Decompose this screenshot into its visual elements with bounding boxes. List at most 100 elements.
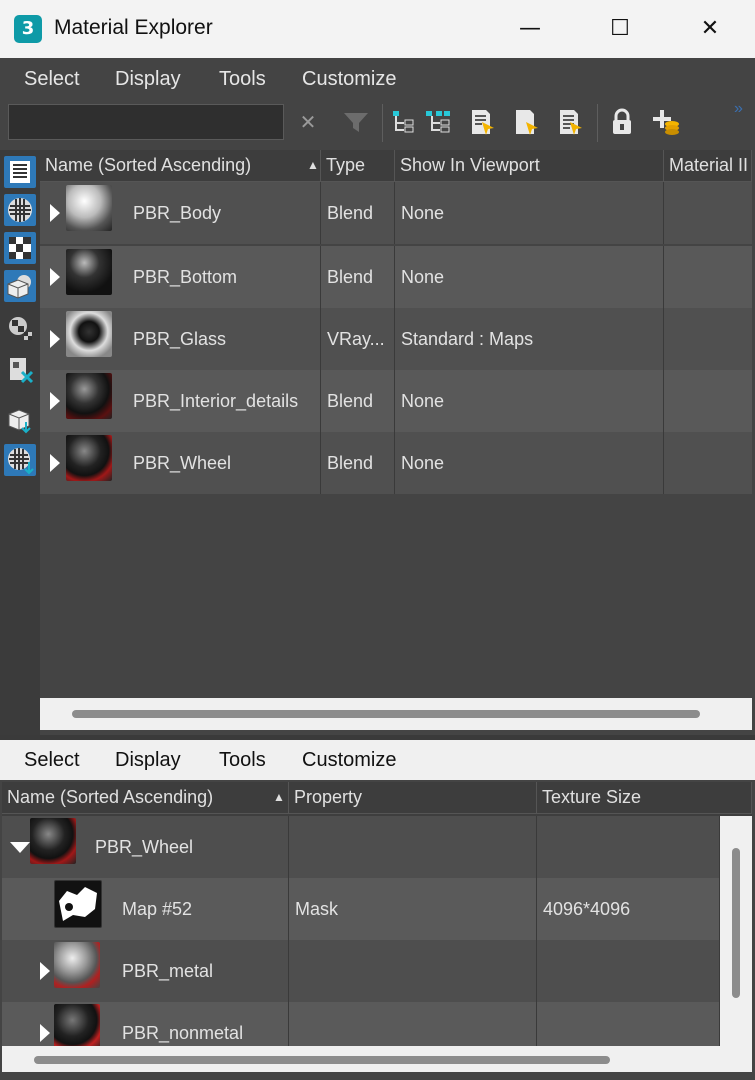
display-tool-strip <box>0 150 40 735</box>
app-icon: 3 <box>14 15 42 43</box>
map-name: Map #52 <box>116 878 289 940</box>
minimize-button[interactable]: — <box>500 8 560 50</box>
select-object-icon[interactable] <box>512 108 540 136</box>
select-dependents-icon[interactable] <box>424 108 452 136</box>
map-thumbnail <box>54 880 102 928</box>
material-type: VRay... <box>321 308 395 370</box>
column-header-material-id[interactable]: Material II <box>664 150 752 182</box>
table-row[interactable]: PBR_Glass VRay... Standard : Maps <box>40 308 752 370</box>
column-header-label: Name (Sorted Ascending) <box>7 787 214 807</box>
material-table: Name (Sorted Ascending) ▲ Type Show In V… <box>40 150 752 735</box>
material-thumbnail <box>66 435 112 481</box>
select-children-icon[interactable] <box>390 108 418 136</box>
texture-size-value <box>537 816 720 878</box>
scrollbar-thumb[interactable] <box>34 1056 610 1064</box>
menu-select[interactable]: Select <box>24 68 80 91</box>
display-checker-icon[interactable] <box>4 232 36 264</box>
menu-tools[interactable]: Tools <box>219 68 266 91</box>
lower-menu-bar: Select Display Tools Customize <box>0 740 755 780</box>
window-title: Material Explorer <box>54 16 213 39</box>
display-checker-small-icon[interactable] <box>4 312 36 344</box>
display-maps-icon[interactable] <box>4 194 36 226</box>
expand-arrow-icon[interactable] <box>50 204 60 222</box>
material-type: Blend <box>321 182 395 244</box>
horizontal-scrollbar[interactable] <box>2 1046 752 1072</box>
material-name: PBR_Interior_details <box>127 370 321 432</box>
menu-display[interactable]: Display <box>115 68 181 91</box>
property-value <box>289 816 537 878</box>
top-menu-bar: Select Display Tools Customize <box>0 58 755 100</box>
table-row[interactable]: PBR_metal <box>2 940 720 1002</box>
menu-customize[interactable]: Customize <box>302 749 396 772</box>
select-material-icon[interactable] <box>468 108 496 136</box>
show-in-viewport-value[interactable]: None <box>395 182 664 244</box>
search-input[interactable] <box>8 104 284 140</box>
expand-arrow-icon[interactable] <box>40 1024 50 1042</box>
toolbar-separator <box>382 104 383 142</box>
horizontal-scrollbar[interactable] <box>40 698 752 730</box>
column-header-name[interactable]: Name (Sorted Ascending) ▲ <box>2 782 289 814</box>
texture-size-value <box>537 940 720 1002</box>
column-header-type[interactable]: Type <box>321 150 395 182</box>
material-type: Blend <box>321 370 395 432</box>
filter-icon[interactable] <box>342 108 370 136</box>
material-thumbnail <box>66 311 112 357</box>
display-unused-icon[interactable] <box>4 354 36 386</box>
material-thumbnail <box>66 185 112 231</box>
add-layer-icon[interactable] <box>652 108 680 136</box>
sort-ascending-icon: ▲ <box>273 790 285 804</box>
scrollbar-thumb[interactable] <box>732 848 740 998</box>
expand-arrow-icon[interactable] <box>40 962 50 980</box>
display-mesh-icon[interactable] <box>4 404 36 436</box>
menu-customize[interactable]: Customize <box>302 68 396 91</box>
property-value <box>289 940 537 1002</box>
show-in-viewport-value[interactable]: None <box>395 432 664 494</box>
material-type: Blend <box>321 246 395 308</box>
collapse-arrow-icon[interactable] <box>10 842 30 853</box>
show-in-viewport-value[interactable]: None <box>395 246 664 308</box>
clear-search-icon[interactable]: ✕ <box>294 108 322 136</box>
lock-icon[interactable] <box>608 108 636 136</box>
table-row[interactable]: Map #52 Mask 4096*4096 <box>2 878 720 940</box>
table-row[interactable]: PBR_Body Blend None <box>40 182 752 244</box>
column-header-label: Name (Sorted Ascending) <box>45 155 252 175</box>
show-in-viewport-value[interactable]: Standard : Maps <box>395 308 664 370</box>
material-type: Blend <box>321 432 395 494</box>
table-row[interactable]: PBR_Bottom Blend None <box>40 246 752 308</box>
sort-ascending-icon: ▲ <box>307 158 319 172</box>
vertical-scrollbar[interactable] <box>720 816 752 1046</box>
material-thumbnail <box>54 1004 100 1050</box>
display-materials-icon[interactable] <box>4 156 36 188</box>
material-name: PBR_Body <box>127 182 321 244</box>
property-value: Mask <box>289 878 537 940</box>
material-name: PBR_Bottom <box>127 246 321 308</box>
menu-tools[interactable]: Tools <box>219 749 266 772</box>
toolbar-separator <box>597 104 598 142</box>
column-header-property[interactable]: Property <box>289 782 537 814</box>
column-header-show-in-viewport[interactable]: Show In Viewport <box>395 150 664 182</box>
material-name: PBR_metal <box>116 940 289 1002</box>
column-header-texture-size[interactable]: Texture Size <box>537 782 752 814</box>
material-thumbnail <box>66 373 112 419</box>
display-objects-icon[interactable] <box>4 270 36 302</box>
expand-arrow-icon[interactable] <box>50 330 60 348</box>
table-row[interactable]: PBR_Wheel <box>2 816 720 878</box>
maximize-button[interactable]: ☐ <box>590 8 650 50</box>
show-in-viewport-value[interactable]: None <box>395 370 664 432</box>
material-name: PBR_Wheel <box>127 432 321 494</box>
close-button[interactable]: ✕ <box>680 8 740 50</box>
table-row[interactable]: PBR_Interior_details Blend None <box>40 370 752 432</box>
expand-arrow-icon[interactable] <box>50 392 60 410</box>
select-scene-icon[interactable] <box>556 108 584 136</box>
menu-select[interactable]: Select <box>24 749 80 772</box>
display-sphere-icon[interactable] <box>4 444 36 476</box>
expand-arrow-icon[interactable] <box>50 268 60 286</box>
table-row[interactable]: PBR_Wheel Blend None <box>40 432 752 494</box>
menu-display[interactable]: Display <box>115 749 181 772</box>
toolbar-overflow-icon[interactable]: » <box>734 100 743 118</box>
sub-material-table: Name (Sorted Ascending) ▲ Property Textu… <box>2 782 752 1072</box>
expand-arrow-icon[interactable] <box>50 454 60 472</box>
column-header-name[interactable]: Name (Sorted Ascending) ▲ <box>40 150 321 182</box>
material-thumbnail <box>30 818 76 864</box>
scrollbar-thumb[interactable] <box>72 710 700 718</box>
